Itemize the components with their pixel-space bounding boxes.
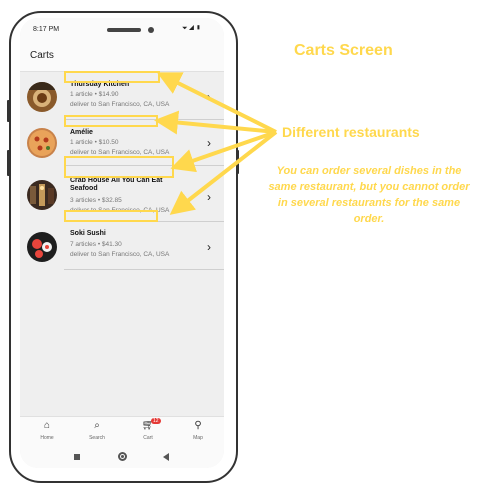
annotation-note: You can order several dishes in the same… [268,165,470,225]
annotation-title: Carts Screen [294,42,393,59]
canvas: 8:17 PM ⏷◢▮ Carts Thursday Kitchen 1 art… [0,0,500,500]
annotation-different-restaurants: Different restaurants [282,124,420,140]
annotation-arrows [154,72,278,215]
